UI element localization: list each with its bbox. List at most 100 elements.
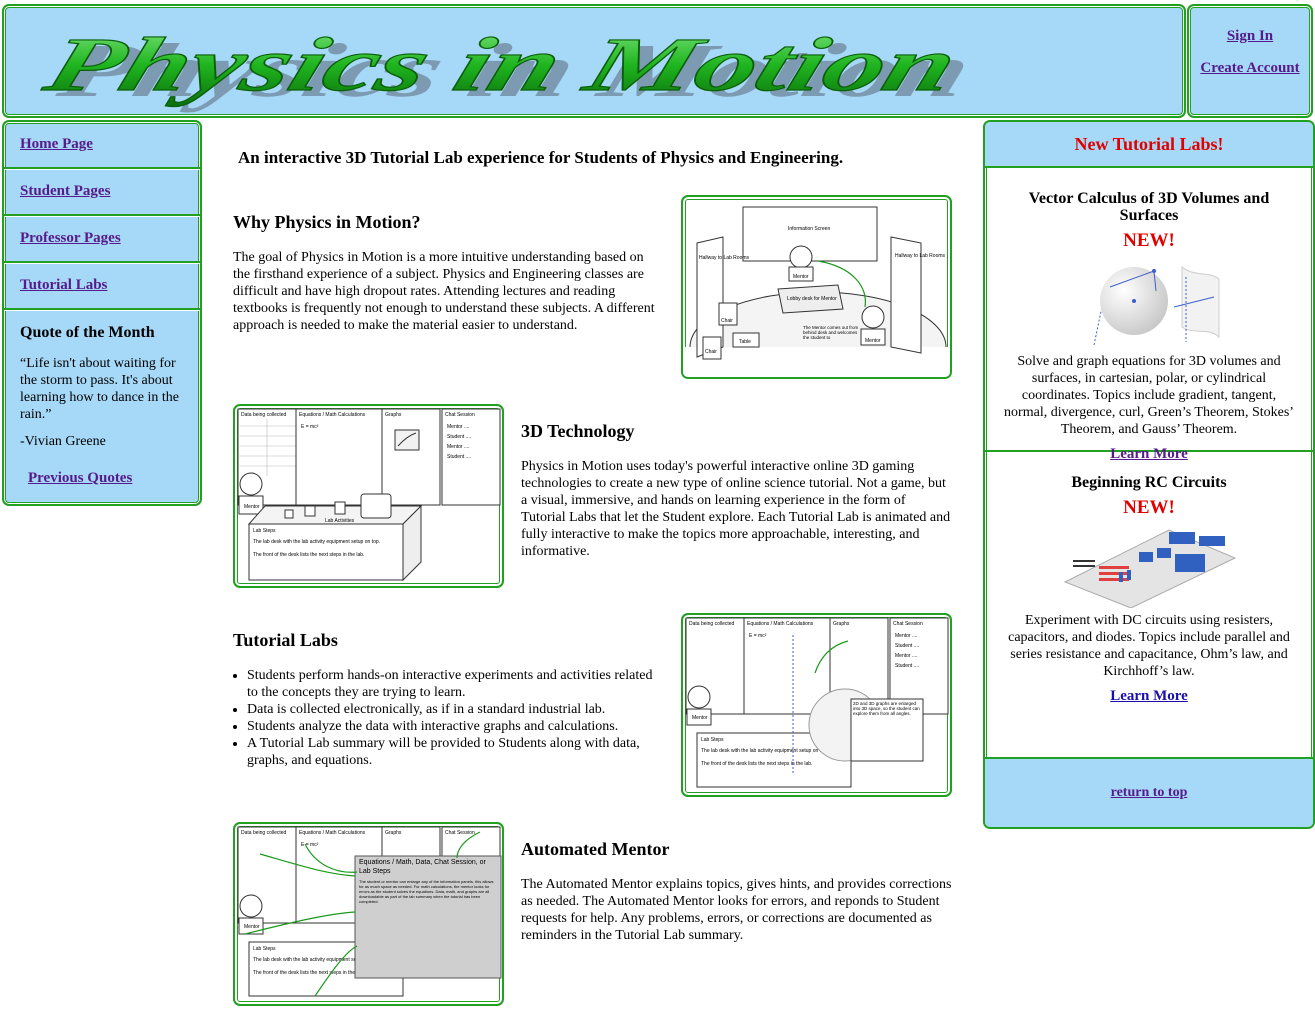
labs-bullets: Students perform hands-on interactive ex…: [233, 667, 663, 769]
create-account-link[interactable]: Create Account: [1200, 60, 1299, 76]
learn-more-vector-link[interactable]: Learn More: [1110, 446, 1188, 463]
lab-description: Solve and graph equations for 3D volumes…: [1004, 354, 1294, 437]
why-body: The goal of Physics in Motion is a more …: [233, 250, 655, 333]
svg-text:The front of the desk lists th: The front of the desk lists the next ste…: [701, 761, 812, 767]
labs-title: Tutorial Labs: [233, 630, 338, 650]
lab-title: Beginning RC Circuits: [1071, 474, 1227, 491]
svg-text:E = mc²: E = mc²: [301, 424, 319, 430]
why-title: Why Physics in Motion?: [233, 212, 421, 232]
mentor-section: Automated Mentor The Automated Mentor ex…: [521, 839, 953, 944]
svg-text:The front of the desk lists th: The front of the desk lists the next ste…: [253, 552, 364, 558]
lab-card-rc-circuits: Beginning RC Circuits NEW! Experiment wi…: [985, 452, 1313, 705]
lobby-illustration: Information Screen Hallway to Lab Rooms …: [681, 195, 952, 379]
nav-item-professor: Professor Pages: [4, 216, 200, 263]
svg-text:Student ....: Student ....: [447, 434, 471, 440]
lab-description: Experiment with DC circuits using resist…: [1008, 613, 1290, 679]
svg-text:The front of the desk lists th: The front of the desk lists the next ste…: [253, 970, 364, 976]
svg-text:Mentor ....: Mentor ....: [447, 424, 470, 430]
svg-text:Hallway to Lab Rooms: Hallway to Lab Rooms: [699, 255, 750, 261]
svg-text:Lab Activities: Lab Activities: [325, 518, 355, 524]
svg-text:Equations / Math Calculations: Equations / Math Calculations: [747, 621, 814, 627]
tutorial-labs-link[interactable]: Tutorial Labs: [20, 277, 107, 294]
svg-text:Mentor: Mentor: [692, 715, 708, 721]
svg-text:Student ....: Student ....: [447, 454, 471, 460]
svg-text:Data being collected: Data being collected: [241, 412, 287, 418]
quote-of-month: Quote of the Month “Life isn't about wai…: [4, 310, 200, 487]
mentor-body: The Automated Mentor explains topics, gi…: [521, 877, 952, 943]
list-item: Students analyze the data with interacti…: [247, 718, 663, 735]
mentor-popup-illustration: Data being collected Equations / Math Ca…: [233, 822, 504, 1006]
svg-text:E = mc²: E = mc²: [749, 633, 767, 639]
new-labs-sidebar: New Tutorial Labs! Vector Calculus of 3D…: [983, 120, 1315, 829]
svg-text:Chat Session: Chat Session: [893, 621, 923, 627]
svg-text:Data being collected: Data being collected: [689, 621, 735, 627]
svg-text:Mentor: Mentor: [244, 924, 260, 930]
svg-text:The lab desk with the lab acti: The lab desk with the lab activity equip…: [701, 748, 828, 754]
svg-text:Mentor ....: Mentor ....: [447, 444, 470, 450]
svg-text:E = mc²: E = mc²: [301, 842, 319, 848]
quote-text: “Life isn't about waiting for the storm …: [20, 356, 180, 422]
home-page-link[interactable]: Home Page: [20, 136, 93, 153]
lab-card-vector-calculus: Vector Calculus of 3D Volumes and Surfac…: [985, 168, 1313, 462]
svg-text:Equations / Math Calculations: Equations / Math Calculations: [299, 830, 366, 836]
svg-text:Graphs: Graphs: [833, 621, 850, 627]
quote-author: -Vivian Greene: [20, 434, 106, 449]
lab-layout-illustration: Data being collected Equations / Math Ca…: [233, 404, 504, 588]
svg-text:The lab desk with the lab acti: The lab desk with the lab activity equip…: [253, 539, 380, 545]
left-navigation: Home Page Student Pages Professor Pages …: [2, 120, 202, 506]
tech-body: Physics in Motion uses today's powerful …: [521, 459, 951, 559]
sign-in-link[interactable]: Sign In: [1227, 28, 1273, 44]
svg-text:Lab Steps: Lab Steps: [253, 946, 276, 952]
previous-quotes-link[interactable]: Previous Quotes: [28, 470, 184, 487]
vector-calculus-thumbnail: [1093, 265, 1220, 346]
svg-text:Table: Table: [739, 339, 751, 345]
tagline: An interactive 3D Tutorial Lab experienc…: [238, 148, 844, 167]
svg-text:Graphs: Graphs: [385, 830, 402, 836]
new-badge: NEW!: [1123, 230, 1175, 251]
svg-text:Mentor: Mentor: [244, 504, 260, 510]
svg-text:Equations / Math Calculations: Equations / Math Calculations: [299, 412, 366, 418]
nav-item-home: Home Page: [4, 122, 200, 169]
mentor-title: Automated Mentor: [521, 839, 670, 859]
site-header-banner: Physics in Motion Physics in Motion: [2, 4, 1186, 118]
learn-more-rc-link[interactable]: Learn More: [1110, 688, 1188, 705]
graph-enlarge-illustration: Data being collected Equations / Math Ca…: [681, 613, 952, 797]
list-item: A Tutorial Lab summary will be provided …: [247, 735, 663, 769]
tech-section: 3D Technology Physics in Motion uses tod…: [521, 421, 953, 560]
nav-item-tutorial-labs: Tutorial Labs: [4, 263, 200, 310]
svg-text:Chair: Chair: [705, 349, 717, 355]
svg-text:Lab Steps: Lab Steps: [701, 737, 724, 743]
rc-circuits-thumbnail: [1063, 529, 1237, 608]
return-to-top-panel: return to top: [985, 757, 1313, 827]
svg-text:Mentor: Mentor: [793, 274, 809, 280]
svg-text:Chat Session: Chat Session: [445, 830, 475, 836]
nav-item-student: Student Pages: [4, 169, 200, 216]
account-panel: Sign In Create Account: [1187, 4, 1313, 118]
list-item: Data is collected electronically, as if …: [247, 701, 663, 718]
svg-text:Mentor ....: Mentor ....: [895, 653, 918, 659]
lab-title: Vector Calculus of 3D Volumes and Surfac…: [1028, 190, 1270, 224]
svg-text:Student ....: Student ....: [895, 643, 919, 649]
main-content: An interactive 3D Tutorial Lab experienc…: [205, 120, 980, 1019]
svg-text:Student ....: Student ....: [895, 663, 919, 669]
svg-text:Mentor ....: Mentor ....: [895, 633, 918, 639]
svg-text:Data being collected: Data being collected: [241, 830, 287, 836]
svg-text:Chat Session: Chat Session: [445, 412, 475, 418]
svg-text:Hallway to Lab Rooms: Hallway to Lab Rooms: [895, 253, 946, 259]
list-item: Students perform hands-on interactive ex…: [247, 667, 663, 701]
return-to-top-link[interactable]: return to top: [1111, 785, 1188, 801]
logo: Physics in Motion Physics in Motion: [34, 22, 982, 113]
student-pages-link[interactable]: Student Pages: [20, 183, 110, 200]
quote-title: Quote of the Month: [20, 324, 155, 341]
tech-title: 3D Technology: [521, 421, 635, 441]
svg-text:Mentor: Mentor: [865, 338, 881, 344]
svg-text:Information Screen: Information Screen: [788, 226, 830, 232]
professor-pages-link[interactable]: Professor Pages: [20, 230, 121, 247]
new-labs-header: New Tutorial Labs!: [985, 122, 1313, 168]
svg-text:Lobby desk for Mentor: Lobby desk for Mentor: [787, 296, 837, 302]
svg-text:Chair: Chair: [721, 318, 733, 324]
new-badge: NEW!: [1123, 497, 1175, 518]
logo-text: Physics in Motion: [34, 23, 967, 108]
mentor-avatar: [789, 245, 813, 269]
svg-text:Lab Steps: Lab Steps: [253, 528, 276, 534]
